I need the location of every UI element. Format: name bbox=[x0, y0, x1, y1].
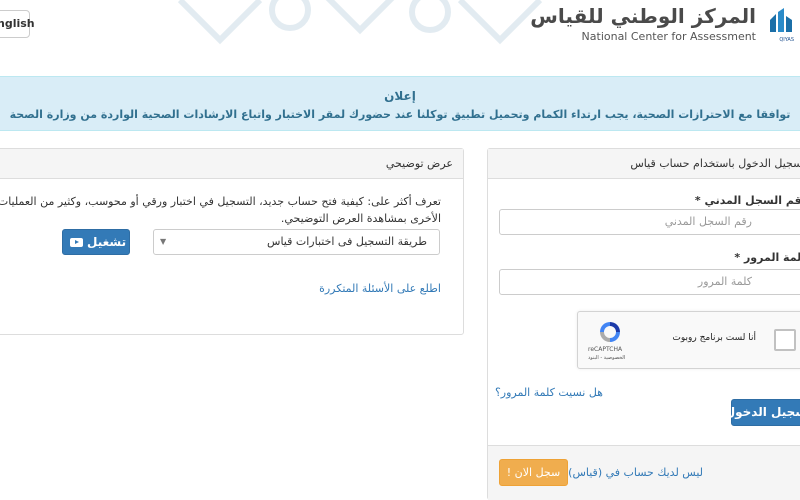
password-input[interactable]: كلمة المرور bbox=[499, 269, 800, 295]
recaptcha-logo-icon bbox=[600, 322, 620, 342]
play-demo-button[interactable]: تشغيل bbox=[62, 229, 130, 255]
recaptcha-checkbox[interactable] bbox=[774, 329, 796, 351]
recaptcha-widget: أنا لست برنامج روبوت reCAPTCHA الخصوصية … bbox=[577, 311, 800, 369]
login-button[interactable]: تسجيل الدخول bbox=[725, 399, 800, 426]
national-id-input[interactable]: رقم السجل المدني bbox=[499, 209, 800, 235]
logo-english-name: National Center for Assessment bbox=[581, 30, 756, 43]
demo-select-value: طريقة التسجيل فى اختبارات قياس bbox=[267, 235, 427, 248]
login-panel: تسجيل الدخول باستخدام حساب قياس رقم السج… bbox=[487, 148, 800, 500]
register-button[interactable]: سجل الان ! bbox=[499, 459, 568, 486]
login-panel-title: تسجيل الدخول باستخدام حساب قياس bbox=[488, 149, 800, 179]
qiyas-logo[interactable]: QIYAS المركز الوطني للقياس National Cent… bbox=[530, 0, 800, 58]
recaptcha-brand: reCAPTCHA bbox=[588, 346, 623, 353]
announcement-title: إعلان bbox=[384, 89, 416, 103]
no-account-link[interactable]: ليس لديك حساب في (قياس) bbox=[568, 466, 703, 479]
recaptcha-terms[interactable]: الخصوصية - البنود bbox=[588, 355, 625, 361]
play-button-label: تشغيل bbox=[87, 235, 127, 249]
logo-arabic-name: المركز الوطني للقياس bbox=[530, 4, 756, 28]
password-label: كلمة المرور * bbox=[734, 251, 800, 264]
demo-video-select[interactable]: طريقة التسجيل فى اختبارات قياس ▼ bbox=[153, 229, 440, 255]
recaptcha-label: أنا لست برنامج روبوت bbox=[672, 333, 756, 343]
youtube-play-icon bbox=[69, 238, 83, 247]
announcement-banner: إعلان توافقا مع الاحترازات الصحية، يجب ا… bbox=[0, 76, 800, 131]
site-header: nglish QIYAS المركز الوطني للقياس Nation… bbox=[0, 0, 800, 58]
language-toggle-button[interactable]: nglish bbox=[0, 10, 35, 38]
demo-intro-text: تعرف أكثر على: كيفية فتح حساب جديد، التس… bbox=[0, 195, 441, 225]
demo-panel-title: عرض توضيحي bbox=[0, 149, 463, 179]
header-pattern bbox=[177, 0, 543, 45]
demo-panel: عرض توضيحي تعرف أكثر على: كيفية فتح حساب… bbox=[0, 148, 464, 335]
logo-mark-text: QIYAS bbox=[779, 37, 794, 43]
forgot-password-link[interactable]: هل نسيت كلمة المرور؟ bbox=[495, 386, 603, 399]
dropdown-caret-icon: ▼ bbox=[160, 237, 167, 246]
faq-link[interactable]: اطلع على الأسئلة المتكررة bbox=[319, 282, 441, 295]
announcement-text: توافقا مع الاحترازات الصحية، يجب ارتداء … bbox=[9, 108, 791, 121]
national-id-label: رقم السجل المدني * bbox=[694, 194, 800, 207]
qiyas-logo-icon bbox=[766, 6, 796, 36]
